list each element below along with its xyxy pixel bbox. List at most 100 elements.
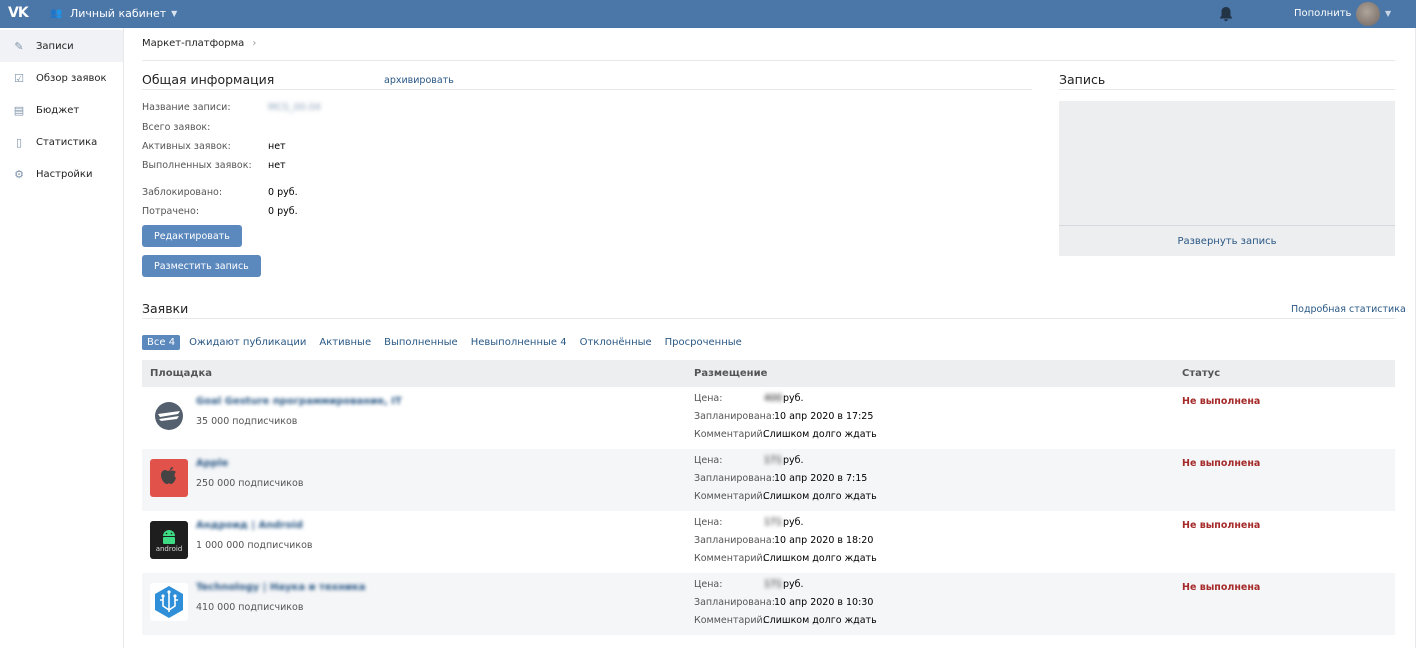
place-post-button[interactable]: Разместить запись — [142, 255, 261, 277]
chevron-down-icon: ▼ — [171, 9, 178, 18]
sidebar-item-settings[interactable]: ⚙ Настройки — [0, 158, 123, 190]
field-label: Выполненных заявок: — [142, 160, 252, 171]
table-row: Goal Gesture программирование, IT 35 000… — [142, 387, 1395, 449]
top-bar: VK 👥 Личный кабинет ▼ Пополнить ▼ — [0, 0, 1416, 28]
sidebar-item-label: Статистика — [36, 136, 98, 148]
technology-icon — [155, 586, 183, 618]
breadcrumb: Маркет-платформа › — [142, 38, 256, 49]
community-logo-icon — [155, 402, 183, 430]
scheduled-label: Запланирована: — [694, 597, 775, 608]
wallet-icon: ▤ — [13, 103, 25, 117]
price-value: 400 — [764, 393, 783, 404]
scheduled-value: 10 апр 2020 в 17:25 — [774, 411, 874, 422]
requests-table: Площадка Размещение Статус Goal Gesture … — [142, 360, 1395, 648]
review-icon: ☑ — [14, 71, 24, 85]
comment-label: Комментарий: — [694, 615, 766, 626]
status-badge: Не выполнена — [1182, 458, 1261, 469]
table-row: android Андроид | Android 1 000 000 подп… — [142, 511, 1395, 573]
divider — [142, 89, 1032, 90]
price-unit: руб. — [783, 517, 804, 528]
community-avatar[interactable] — [150, 583, 188, 621]
breadcrumb-item[interactable]: Маркет-платформа — [142, 38, 244, 49]
blocked-value: 0 руб. — [268, 187, 298, 198]
community-avatar[interactable] — [150, 397, 188, 435]
scheduled-label: Запланирована: — [694, 535, 775, 546]
chevron-right-icon: › — [252, 38, 257, 49]
tab-all[interactable]: Все 4 — [142, 334, 181, 350]
detailed-stats-link[interactable]: Подробная статистика — [1291, 304, 1406, 315]
divider — [1059, 89, 1395, 90]
sidebar-item-budget[interactable]: ▤ Бюджет — [0, 94, 123, 126]
vk-logo[interactable]: VK — [8, 5, 29, 21]
comment-label: Комментарий: — [694, 553, 766, 564]
community-avatar[interactable]: android — [150, 521, 188, 559]
sidebar-item-label: Настройки — [36, 168, 93, 180]
tab-failed[interactable]: Невыполненные 4 — [471, 337, 567, 348]
divider — [1059, 225, 1395, 226]
comment-label: Комментарий: — [694, 491, 766, 502]
gear-icon: ⚙ — [14, 167, 24, 181]
field-label: Потрачено: — [142, 206, 200, 217]
subscribers-count: 35 000 подписчиков — [196, 416, 298, 427]
comment-value: Слишком долго ждать — [763, 615, 877, 626]
sidebar: ✎ Записи ☑ Обзор заявок ▤ Бюджет ▯ Стати… — [0, 28, 124, 648]
archive-link[interactable]: архивировать — [384, 75, 454, 86]
community-name-link[interactable]: Technology | Наука и техника — [196, 582, 366, 593]
price-label: Цена: — [694, 517, 723, 528]
price-label: Цена: — [694, 579, 723, 590]
price-label: Цена: — [694, 393, 723, 404]
cabinet-menu[interactable]: 👥 Личный кабинет ▼ — [50, 7, 177, 20]
subscribers-count: 1 000 000 подписчиков — [196, 540, 313, 551]
subscribers-count: 410 000 подписчиков — [196, 602, 304, 613]
price-unit: руб. — [783, 393, 804, 404]
community-name-link[interactable]: Apple — [196, 458, 228, 469]
requests-title: Заявки — [142, 301, 189, 316]
comment-label: Комментарий: — [694, 429, 766, 440]
sidebar-item-label: Обзор заявок — [36, 72, 107, 84]
subscribers-count: 250 000 подписчиков — [196, 478, 304, 489]
scheduled-value: 10 апр 2020 в 7:15 — [774, 473, 868, 484]
active-value: нет — [268, 141, 286, 152]
request-tabs: Все 4 Ожидают публикации Активные Выполн… — [142, 333, 755, 351]
tab-completed[interactable]: Выполненные — [384, 337, 458, 348]
bell-icon[interactable] — [1219, 6, 1233, 22]
community-name-link[interactable]: Андроид | Android — [196, 520, 303, 531]
tab-active[interactable]: Активные — [319, 337, 371, 348]
price-value: 171 — [764, 455, 783, 466]
price-unit: руб. — [783, 579, 804, 590]
scheduled-label: Запланирована: — [694, 411, 775, 422]
sidebar-item-posts[interactable]: ✎ Записи — [0, 30, 123, 62]
stats-icon: ▯ — [15, 135, 23, 149]
apple-icon — [161, 467, 176, 484]
community-name-link[interactable]: Goal Gesture программирование, IT — [196, 396, 402, 407]
column-header-status: Статус — [1182, 368, 1221, 379]
status-badge: Не выполнена — [1182, 396, 1261, 407]
general-info-title: Общая информация — [142, 72, 275, 87]
price-value: 171 — [764, 579, 783, 590]
post-preview: Развернуть запись — [1059, 101, 1395, 256]
spent-value: 0 руб. — [268, 206, 298, 217]
done-value: нет — [268, 160, 286, 171]
tab-rejected[interactable]: Отклонённые — [580, 337, 652, 348]
people-icon: 👥 — [50, 8, 63, 19]
sidebar-item-stats[interactable]: ▯ Статистика — [0, 126, 123, 158]
avatar[interactable] — [1356, 2, 1380, 26]
column-header-site: Площадка — [150, 368, 212, 379]
field-label: Активных заявок: — [142, 141, 231, 152]
android-wordmark: android — [155, 544, 183, 553]
sidebar-item-review[interactable]: ☑ Обзор заявок — [0, 62, 123, 94]
community-avatar[interactable] — [150, 459, 188, 497]
chevron-down-icon[interactable]: ▼ — [1385, 9, 1391, 18]
tab-pending[interactable]: Ожидают публикации — [189, 337, 306, 348]
sidebar-item-label: Бюджет — [36, 104, 80, 116]
tab-expired[interactable]: Просроченные — [665, 337, 742, 348]
column-header-placement: Размещение — [694, 368, 768, 379]
topup-link[interactable]: Пополнить — [1294, 8, 1351, 19]
edit-button[interactable]: Редактировать — [142, 225, 242, 247]
megaphone-icon: ✎ — [14, 39, 24, 53]
status-badge: Не выполнена — [1182, 520, 1261, 531]
android-icon — [163, 529, 175, 544]
comment-value: Слишком долго ждать — [763, 553, 877, 564]
expand-post-link[interactable]: Развернуть запись — [1059, 236, 1395, 247]
table-row: Apple 250 000 подписчиков Цена: 171 руб.… — [142, 449, 1395, 511]
